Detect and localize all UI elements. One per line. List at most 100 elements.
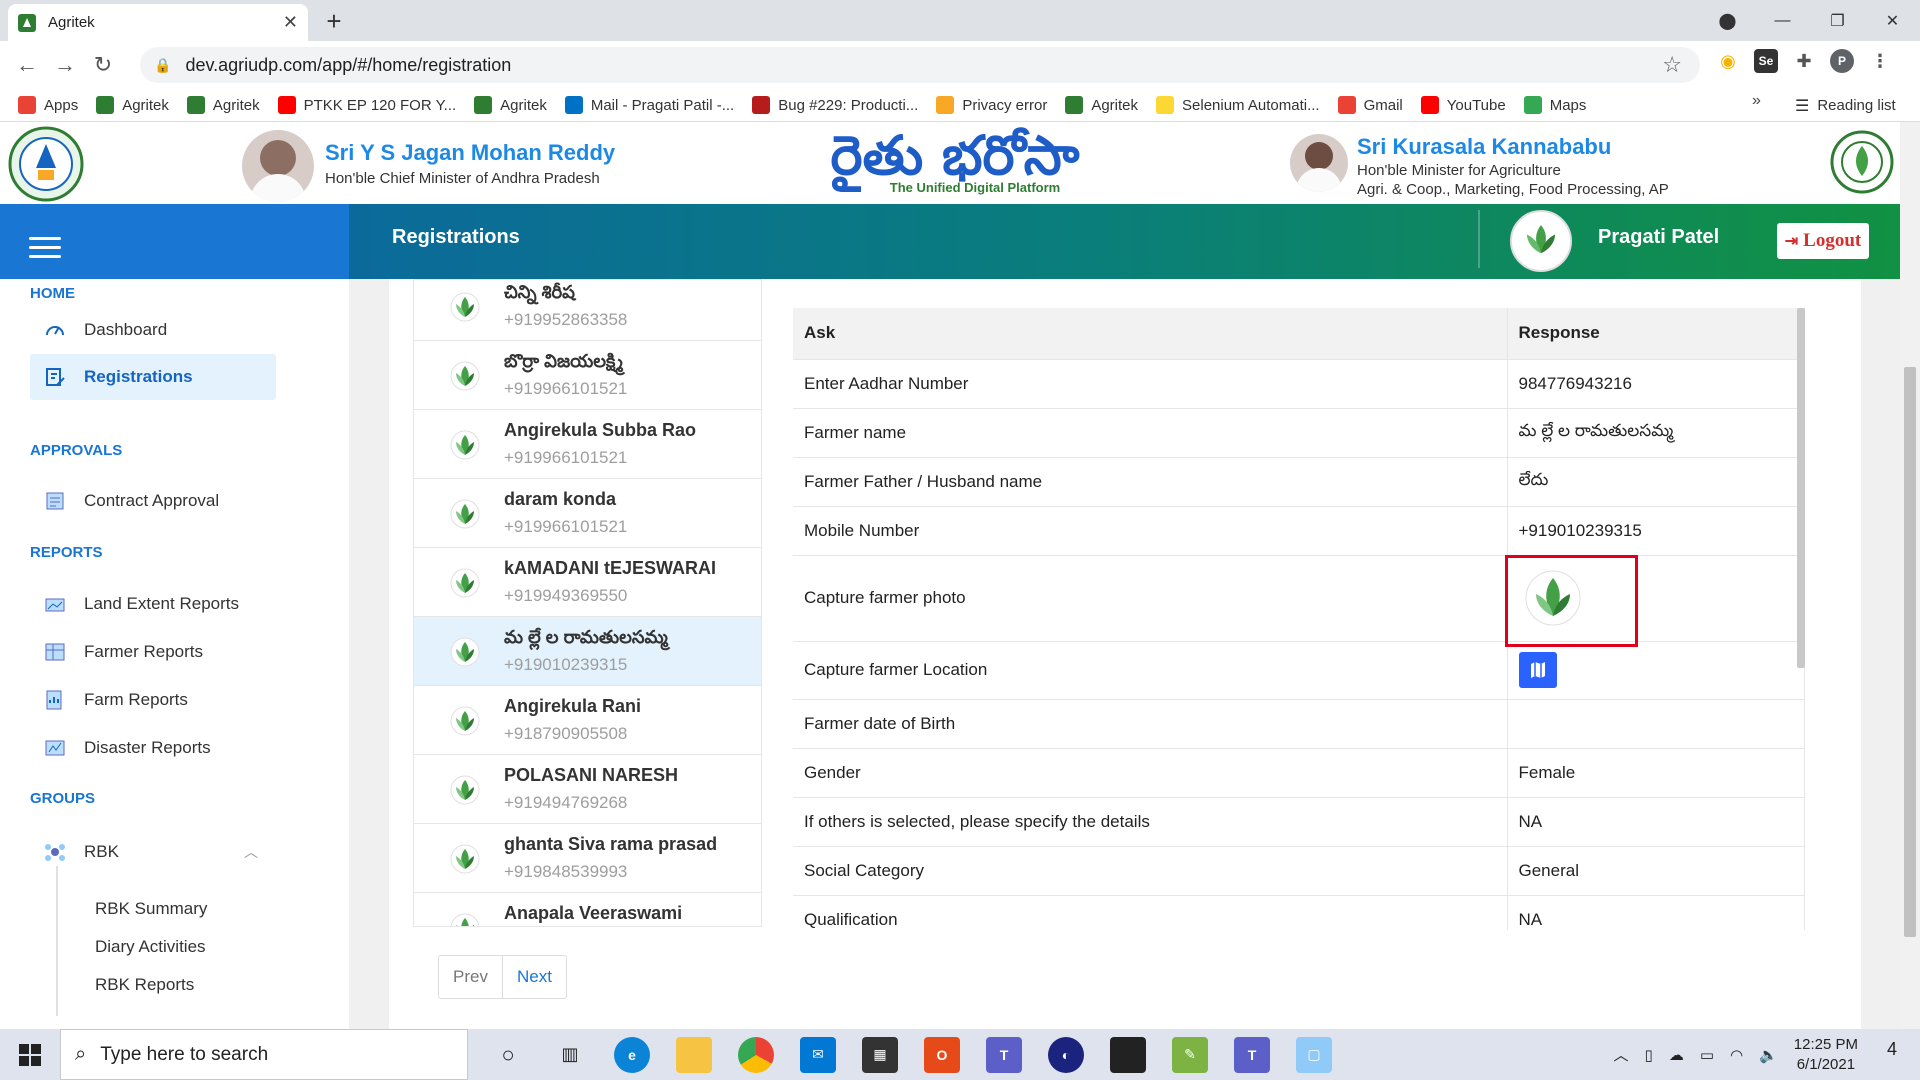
cortana-icon[interactable]: ○ xyxy=(490,1037,526,1073)
sidebar-item-disaster-reports[interactable]: Disaster Reports xyxy=(30,725,276,771)
farmer-list-item[interactable]: మ ల్లే ల రామతులసమ్మ +919010239315 xyxy=(414,617,761,686)
app-header: Sri Y S Jagan Mohan Reddy Hon'ble Chief … xyxy=(0,122,1900,204)
farmer-list-item[interactable]: ghanta Siva rama prasad +919848539993 xyxy=(414,824,761,893)
bookmark-favicon-icon xyxy=(1420,96,1439,114)
farmer-list-item[interactable]: బొర్రా విజయలక్ష్మి +919966101521 xyxy=(414,341,761,410)
ask-cell: Capture farmer photo xyxy=(793,555,1508,642)
sidebar-subitem-rbk-summary[interactable]: RBK Summary xyxy=(95,899,207,919)
bookmark-item[interactable]: Apps xyxy=(18,96,78,114)
tray-device-icon[interactable]: ▯ xyxy=(1645,1046,1653,1064)
table-scrollbar[interactable] xyxy=(1797,308,1805,668)
battery-icon[interactable]: ▭ xyxy=(1700,1046,1714,1064)
close-tab-icon[interactable]: ✕ xyxy=(283,12,298,33)
task-view-icon[interactable]: ▥ xyxy=(552,1037,588,1073)
bookmark-item[interactable]: Mail - Pragati Patil -... xyxy=(564,96,734,114)
teams-notification-icon[interactable]: T xyxy=(1234,1036,1270,1073)
puzzle-icon[interactable]: ✚ xyxy=(1792,49,1816,73)
sidebar-item-registrations[interactable]: Registrations xyxy=(30,354,276,400)
sidebar-item-farmer-reports[interactable]: Farmer Reports xyxy=(30,629,276,675)
selenium-extension-icon[interactable]: Se xyxy=(1754,49,1778,73)
windows-start-button[interactable] xyxy=(0,1029,60,1080)
farmer-phone: +919494769268 xyxy=(504,793,628,812)
bookmark-item[interactable]: Gmail xyxy=(1337,96,1403,114)
address-bar[interactable]: 🔒 dev.agriudp.com/app/#/home/registratio… xyxy=(140,47,1700,83)
menu-kebab-icon[interactable]: ⋮ xyxy=(1868,49,1892,73)
farmer-list-item[interactable]: POLASANI NARESH +919494769268 xyxy=(414,755,761,824)
prev-button[interactable]: Prev xyxy=(439,956,503,998)
browser-tab[interactable]: Agritek ✕ xyxy=(8,4,308,41)
bookmark-item[interactable]: Agritek xyxy=(474,96,547,114)
bookmark-item[interactable]: Maps xyxy=(1523,96,1586,114)
page-scrollbar-thumb[interactable] xyxy=(1904,367,1916,937)
eclipse-icon[interactable]: ◐ xyxy=(1048,1036,1084,1073)
wifi-icon[interactable]: ◠ xyxy=(1730,1046,1743,1064)
sidebar-item-dashboard[interactable]: Dashboard xyxy=(30,307,276,353)
tab-search-icon[interactable]: ⬤ xyxy=(1700,11,1755,31)
taskbar-search-box[interactable]: ⌕ Type here to search xyxy=(60,1029,468,1080)
reload-icon[interactable]: ↻ xyxy=(84,52,122,78)
back-icon[interactable]: ← xyxy=(8,52,46,78)
notification-center-icon[interactable]: 4 xyxy=(1876,1039,1908,1071)
map-location-button[interactable] xyxy=(1518,652,1557,688)
bookmark-item[interactable]: Agritek xyxy=(1065,96,1138,114)
chevron-up-icon[interactable]: ︿ xyxy=(244,842,258,862)
farmer-list-item[interactable]: Anapala Veeraswami xyxy=(414,893,761,926)
logout-button[interactable]: ⇥ Logout xyxy=(1777,223,1869,259)
bookmark-item[interactable]: YouTube xyxy=(1420,96,1506,114)
mail-icon[interactable]: ✉ xyxy=(800,1036,836,1073)
file-explorer-icon[interactable] xyxy=(676,1036,712,1073)
taskbar-apps: ○ ▥ e ✉ ▦ O T ◐ ✎ T ▢ xyxy=(490,1036,1332,1073)
farmer-list-item[interactable]: daram konda +919966101521 xyxy=(414,479,761,548)
reading-list-button[interactable]: ☰ Reading list xyxy=(1795,89,1896,122)
tray-chevron-up-icon[interactable]: ︿ xyxy=(1614,1044,1629,1065)
page-scrollbar[interactable] xyxy=(1900,122,1920,1029)
chrome-icon[interactable] xyxy=(738,1036,774,1073)
sidebar-subitem-rbk-reports[interactable]: RBK Reports xyxy=(95,975,194,995)
close-window-icon[interactable]: ✕ xyxy=(1865,11,1920,31)
edge-icon[interactable]: e xyxy=(614,1036,650,1073)
bookmark-item[interactable]: Privacy error xyxy=(936,96,1047,114)
onedrive-cloud-icon[interactable]: ☁ xyxy=(1669,1046,1684,1064)
next-button[interactable]: Next xyxy=(503,956,566,998)
bookmark-item[interactable]: Bug #229: Producti... xyxy=(752,96,918,114)
extension-icon[interactable]: ◉ xyxy=(1716,49,1740,73)
farmer-list-item[interactable]: kAMADANI tEJESWARAI +919949369550 xyxy=(414,548,761,617)
table-row: Mobile Number +919010239315 xyxy=(793,506,1805,556)
teams-icon[interactable]: T xyxy=(986,1036,1022,1073)
user-avatar[interactable] xyxy=(1510,210,1572,272)
minister-role-2: Agri. & Coop., Marketing, Food Processin… xyxy=(1357,181,1669,198)
taskbar-clock[interactable]: 12:25 PM 6/1/2021 xyxy=(1794,1035,1858,1075)
bookmark-item[interactable]: PTKK EP 120 FOR Y... xyxy=(277,96,456,114)
profile-avatar[interactable]: P xyxy=(1830,49,1854,73)
sidebar-item-contract-approval[interactable]: Contract Approval xyxy=(30,478,276,524)
farmer-list-item[interactable]: చిన్ని శిరీష +919952863358 xyxy=(414,280,761,341)
table-row: Capture farmer photo xyxy=(793,555,1805,642)
sidebar-section-groups: GROUPS xyxy=(30,790,96,807)
response-cell: NA xyxy=(1507,797,1805,847)
office-icon[interactable]: O xyxy=(924,1036,960,1073)
farmer-list-item[interactable]: Angirekula Subba Rao +919966101521 xyxy=(414,410,761,479)
image-editor-icon[interactable]: ✎ xyxy=(1172,1036,1208,1073)
bookmarks-overflow-icon[interactable]: » xyxy=(1752,92,1761,110)
farmer-avatar-icon xyxy=(450,499,480,529)
hamburger-menu-icon[interactable] xyxy=(29,237,61,264)
farmer-phone: +919966101521 xyxy=(504,517,628,536)
bookmark-item[interactable]: Agritek xyxy=(96,96,169,114)
bookmark-item[interactable]: Agritek xyxy=(186,96,260,114)
sidebar-item-farm-reports[interactable]: Farm Reports xyxy=(30,677,276,723)
forward-icon[interactable]: → xyxy=(46,52,84,78)
sidebar-item-rbk[interactable]: RBK ︿ xyxy=(30,829,276,875)
sticky-notes-icon[interactable] xyxy=(1110,1036,1146,1073)
sidebar-subitem-diary-activities[interactable]: Diary Activities xyxy=(95,937,206,957)
maximize-icon[interactable]: ❐ xyxy=(1810,11,1865,31)
sidebar-item-land-extent-reports[interactable]: Land Extent Reports xyxy=(30,581,276,627)
minister-photo xyxy=(1290,134,1348,192)
minimize-icon[interactable]: — xyxy=(1755,12,1810,30)
farmer-list-item[interactable]: Angirekula Rani +918790905508 xyxy=(414,686,761,755)
new-tab-icon[interactable]: + xyxy=(318,6,350,38)
window-app-icon[interactable]: ▢ xyxy=(1296,1036,1332,1073)
store-icon[interactable]: ▦ xyxy=(862,1036,898,1073)
bookmark-item[interactable]: Selenium Automati... xyxy=(1156,96,1320,114)
bookmark-star-icon[interactable]: ☆ xyxy=(1662,52,1682,78)
volume-icon[interactable]: 🔈 xyxy=(1759,1046,1778,1064)
